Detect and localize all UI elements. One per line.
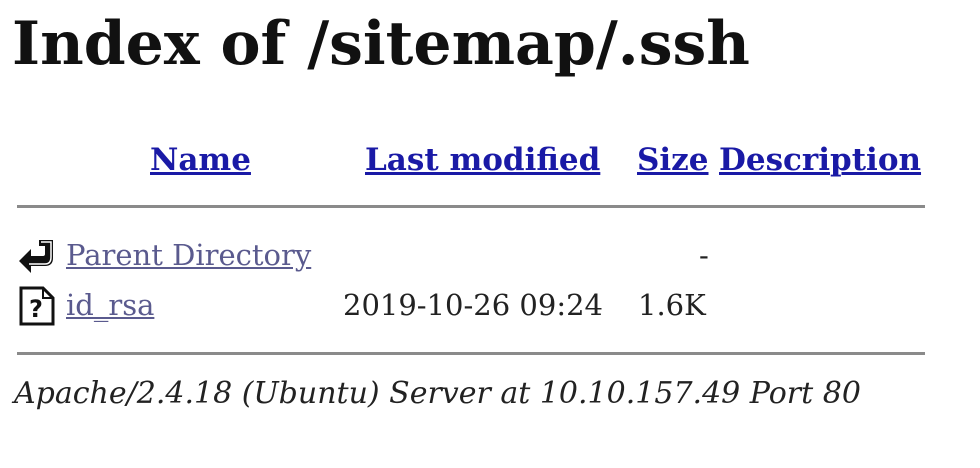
back-arrow-icon bbox=[19, 240, 53, 273]
header-divider bbox=[17, 205, 925, 208]
sort-by-name-link[interactable]: Name bbox=[150, 142, 251, 178]
page-title: Index of /sitemap/.ssh bbox=[12, 9, 750, 79]
parent-directory-link[interactable]: Parent Directory bbox=[66, 238, 311, 272]
directory-listing-page: Index of /sitemap/.ssh Name Last modifie… bbox=[0, 0, 980, 468]
server-signature: Apache/2.4.18 (Ubuntu) Server at 10.10.1… bbox=[14, 376, 861, 411]
sort-by-description-link[interactable]: Description bbox=[719, 142, 921, 178]
footer-divider bbox=[17, 352, 925, 355]
sort-by-last-modified-link[interactable]: Last modified bbox=[365, 142, 600, 178]
size-cell: - bbox=[699, 238, 709, 272]
sort-by-size-link[interactable]: Size bbox=[637, 142, 709, 178]
file-link-id-rsa[interactable]: id_rsa bbox=[66, 288, 154, 322]
last-modified-cell: 2019-10-26 09:24 bbox=[343, 288, 603, 322]
unknown-file-icon: ? bbox=[19, 286, 55, 326]
svg-text:?: ? bbox=[29, 295, 43, 323]
size-cell: 1.6K bbox=[638, 288, 706, 322]
